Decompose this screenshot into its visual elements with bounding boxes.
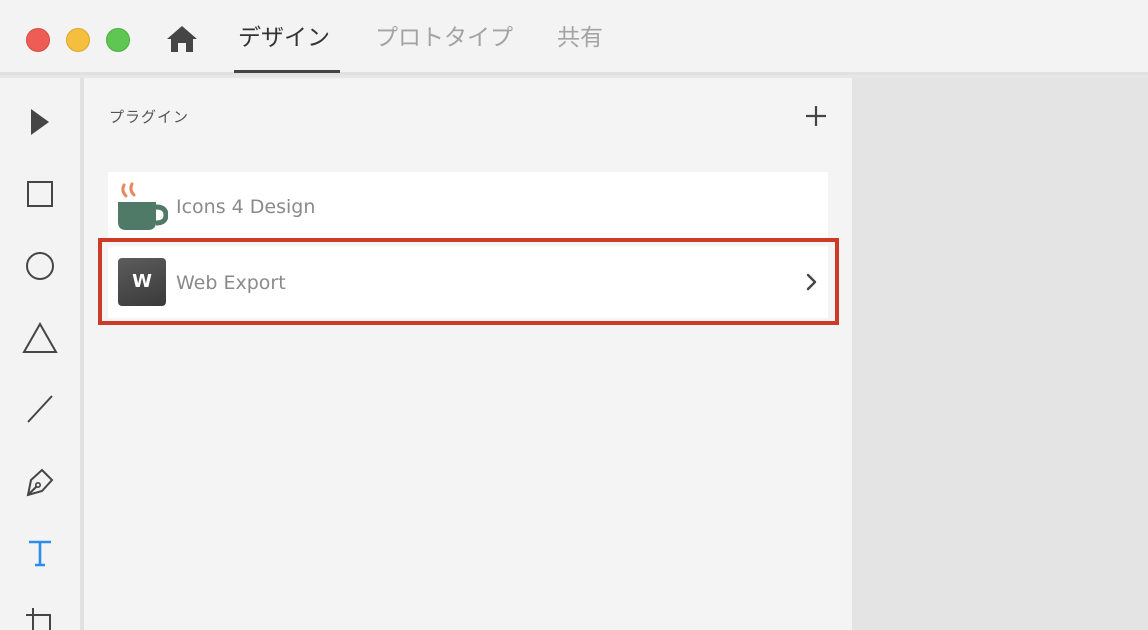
pen-icon[interactable] [22,464,58,500]
minimize-window-button[interactable] [66,28,90,52]
add-plugin-icon[interactable] [804,104,828,128]
ellipse-icon[interactable] [22,248,58,284]
triangle-icon[interactable] [22,320,58,356]
tab-share[interactable]: 共有 [557,22,603,54]
tab-design[interactable]: デザイン [238,22,330,54]
plugin-item-icons-4-design[interactable]: Icons 4 Design [108,172,828,238]
panel-title: プラグイン [109,108,190,126]
active-tab-indicator [234,70,340,73]
tool-bar [0,78,80,630]
coffee-cup-icon [118,182,168,230]
artboard-icon[interactable] [22,606,58,630]
plugin-name: Icons 4 Design [176,196,316,218]
text-icon[interactable] [22,535,58,571]
home-icon[interactable] [165,24,199,54]
plugins-panel: プラグイン Icons 4 Design W Web Export [84,78,852,630]
selection-highlight [98,238,839,325]
tab-prototype[interactable]: プロトタイプ [375,22,513,54]
title-bar: デザイン プロトタイプ 共有 [0,0,1148,75]
canvas-area[interactable] [852,78,1148,630]
line-icon[interactable] [22,391,58,427]
zoom-window-button[interactable] [106,28,130,52]
select-arrow-icon[interactable] [22,104,58,140]
rectangle-icon[interactable] [22,176,58,212]
close-window-button[interactable] [26,28,50,52]
